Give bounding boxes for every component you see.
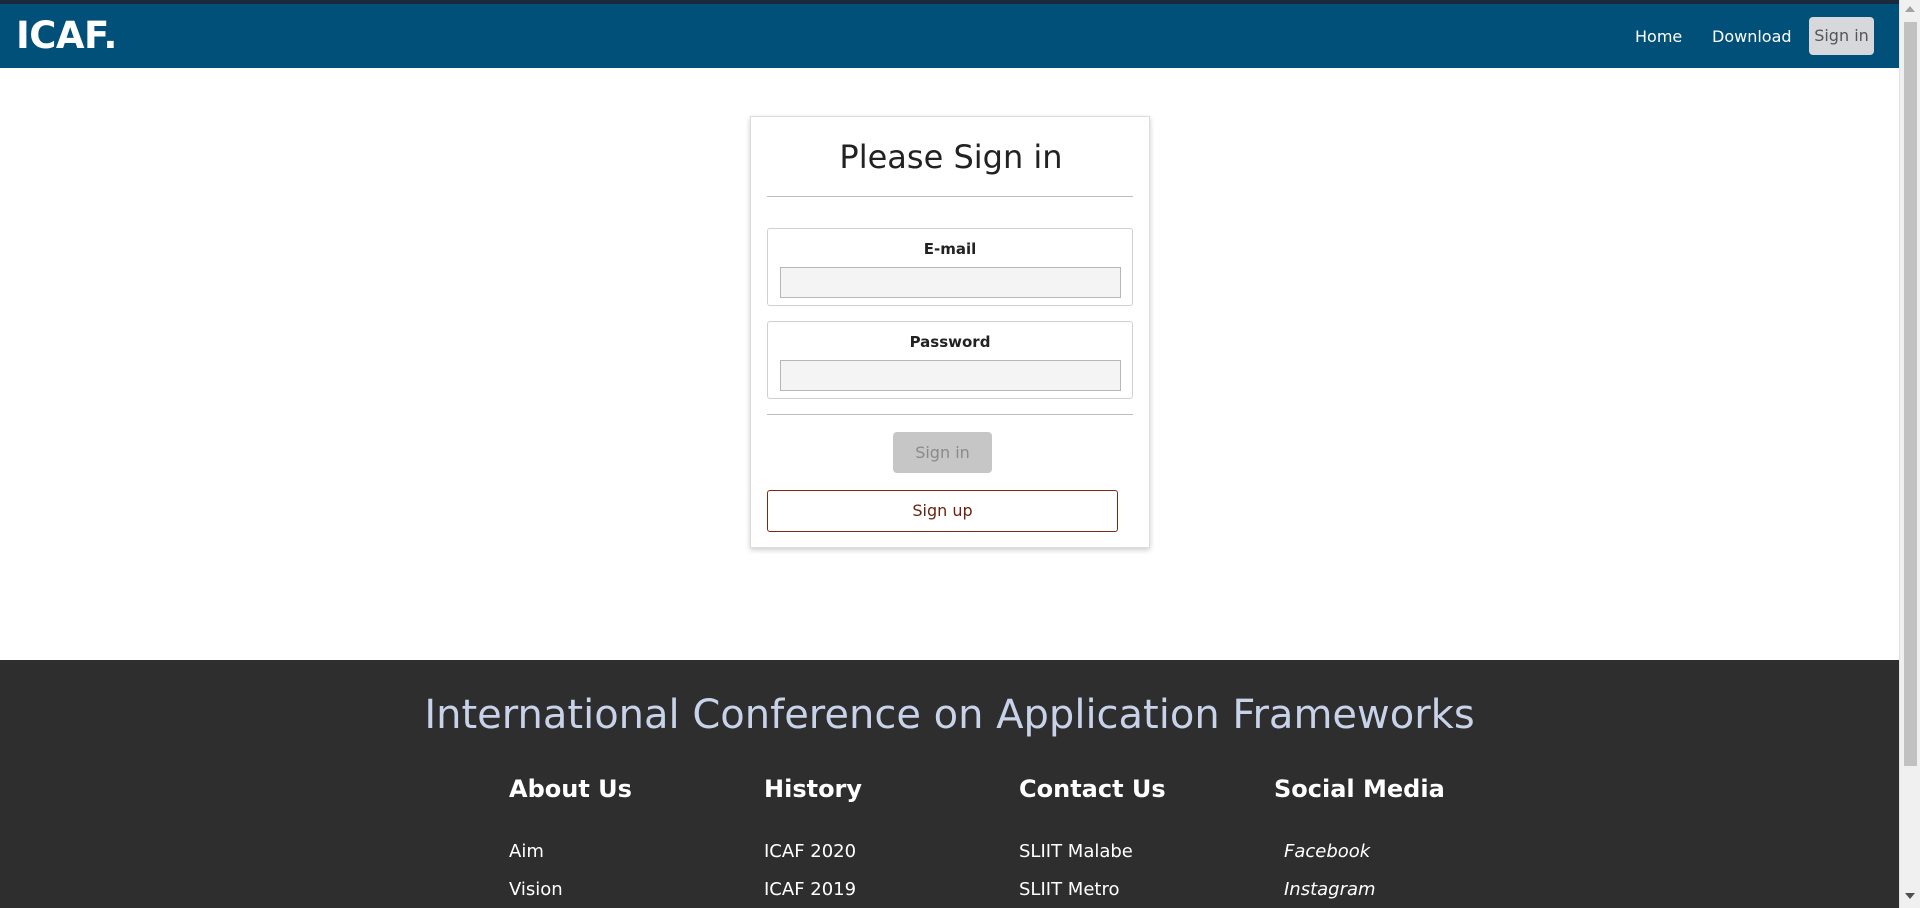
footer-link-vision[interactable]: Vision <box>509 878 563 902</box>
footer-column-contact: Contact Us SLIIT Malabe SLIIT Metro <box>1019 774 1166 900</box>
divider <box>767 414 1133 415</box>
email-input[interactable] <box>780 267 1121 298</box>
footer-link-aim[interactable]: Aim <box>509 840 544 864</box>
page: ICAF. Home Download Sign in Please Sign … <box>0 0 1920 908</box>
signin-button[interactable]: Sign in <box>893 432 992 473</box>
footer-link-sliit-malabe[interactable]: SLIIT Malabe <box>1019 840 1133 864</box>
signup-button[interactable]: Sign up <box>767 490 1118 532</box>
email-group: E-mail <box>767 228 1133 306</box>
divider <box>767 196 1133 197</box>
scrollbar-thumb[interactable] <box>1904 22 1917 766</box>
nav-signin-button[interactable]: Sign in <box>1809 17 1874 55</box>
password-group: Password <box>767 321 1133 399</box>
nav-home-link[interactable]: Home <box>1635 26 1682 48</box>
navbar: ICAF. Home Download Sign in <box>0 4 1899 68</box>
card-title: Please Sign in <box>839 138 1063 176</box>
footer-link-sliit-metro[interactable]: SLIIT Metro <box>1019 878 1119 902</box>
footer-heading: History <box>764 775 863 803</box>
footer-link-icaf-2019[interactable]: ICAF 2019 <box>764 878 856 902</box>
email-label: E-mail <box>923 240 977 258</box>
footer: International Conference on Application … <box>0 660 1899 908</box>
password-label: Password <box>909 333 991 351</box>
footer-link-facebook[interactable]: Facebook <box>1284 840 1370 864</box>
footer-heading: Contact Us <box>1019 775 1166 803</box>
footer-column-history: History ICAF 2020 ICAF 2019 <box>764 774 863 900</box>
nav-download-link[interactable]: Download <box>1712 26 1792 48</box>
footer-heading: Social Media <box>1274 775 1445 803</box>
footer-title: International Conference on Application … <box>424 692 1475 738</box>
scroll-up-arrow-icon[interactable] <box>1905 6 1915 12</box>
signin-card: Please Sign in E-mail Password Sign in S… <box>750 116 1150 548</box>
password-input[interactable] <box>780 360 1121 391</box>
brand-logo[interactable]: ICAF. <box>16 14 117 58</box>
viewport: ICAF. Home Download Sign in Please Sign … <box>0 0 1899 908</box>
vertical-scrollbar[interactable] <box>1899 0 1920 908</box>
footer-heading: About Us <box>509 775 632 803</box>
footer-link-icaf-2020[interactable]: ICAF 2020 <box>764 840 856 864</box>
scroll-down-arrow-icon[interactable] <box>1905 893 1915 899</box>
footer-column-about: About Us Aim Vision <box>509 774 632 900</box>
footer-link-instagram[interactable]: Instagram <box>1284 878 1376 902</box>
footer-column-social: Social Media Facebook Instagram <box>1274 774 1445 900</box>
